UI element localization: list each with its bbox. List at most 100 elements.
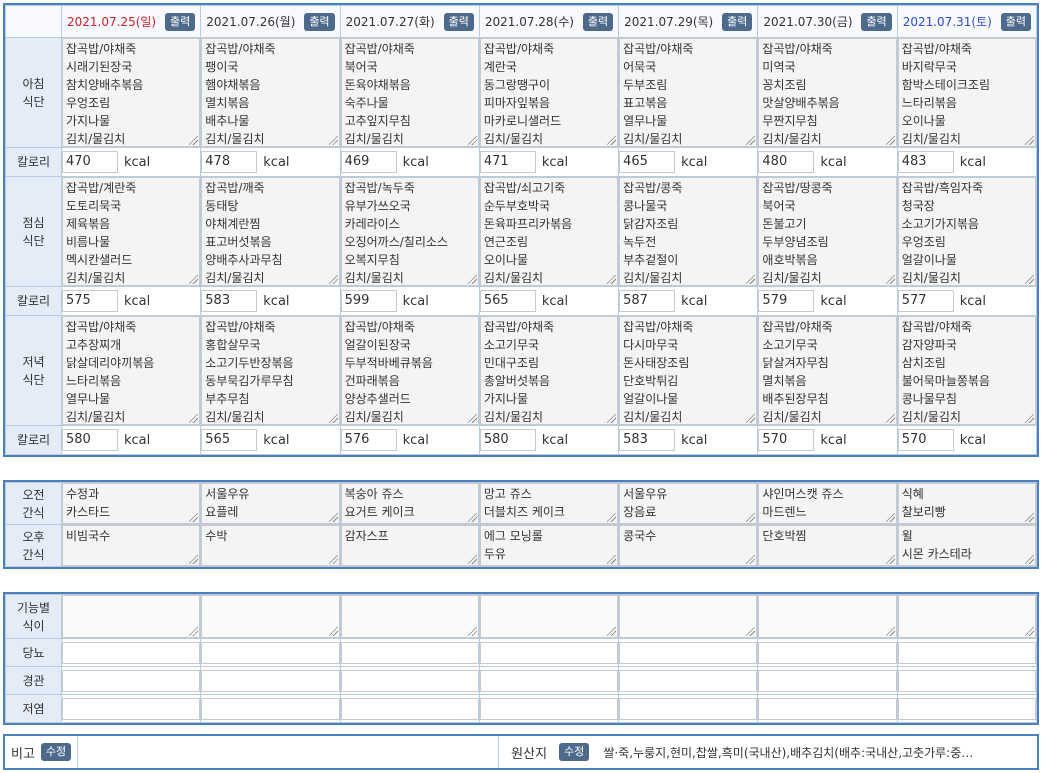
lunch-calorie-input[interactable]: 587 xyxy=(619,290,676,312)
pm-snack-textarea[interactable]: 비빔국수 xyxy=(62,525,201,566)
tube-feeding-input[interactable] xyxy=(479,669,619,692)
dinner-menu-textarea[interactable]: 잡곡밥/야채죽 홍합살무국 소고기두반장볶음 동부묵김가루무침 부추무침 김치/물김치 xyxy=(201,316,340,425)
resize-grip-icon[interactable] xyxy=(189,414,199,423)
pm-snack-textarea[interactable]: 단호박찜 xyxy=(758,525,897,566)
print-button[interactable]: 출력 xyxy=(304,12,335,31)
resize-grip-icon[interactable] xyxy=(328,275,338,284)
breakfast-calorie-input[interactable]: 480 xyxy=(758,151,815,173)
dinner-calorie-input[interactable]: 565 xyxy=(201,429,258,451)
diabetic-input[interactable] xyxy=(201,641,340,664)
lunch-calorie-input[interactable]: 577 xyxy=(897,290,954,312)
note-field[interactable] xyxy=(77,736,500,768)
resize-grip-icon[interactable] xyxy=(885,414,895,423)
breakfast-menu-textarea[interactable]: 잡곡밥/야채죽 어묵국 두부조림 표고볶음 열무나물 김치/물김치 xyxy=(619,38,758,147)
lunch-menu-textarea[interactable]: 잡곡밥/녹두죽 유부가쓰오국 카레라이스 오징어까스/칠리소스 오복지무침 김치/물김치 xyxy=(340,177,479,286)
resize-grip-icon[interactable] xyxy=(746,513,756,522)
low-sodium-input[interactable] xyxy=(897,697,1036,720)
resize-grip-icon[interactable] xyxy=(607,136,617,145)
resize-grip-icon[interactable] xyxy=(328,513,338,522)
diabetic-input[interactable] xyxy=(479,641,619,664)
am-snack-textarea[interactable]: 망고 쥬스 더블치즈 케이크 xyxy=(479,483,619,524)
resize-grip-icon[interactable] xyxy=(467,136,477,145)
pm-snack-textarea[interactable]: 콩국수 xyxy=(619,525,758,566)
tube-feeding-input[interactable] xyxy=(340,669,479,692)
lunch-calorie-input[interactable]: 575 xyxy=(62,290,118,312)
resize-grip-icon[interactable] xyxy=(328,555,338,564)
diabetic-input[interactable] xyxy=(897,641,1036,664)
lunch-menu-textarea[interactable]: 잡곡밥/깨죽 동태탕 야채계란찜 표고버섯볶음 양배추사과무침 김치/물김치 xyxy=(201,177,340,286)
pm-snack-textarea[interactable]: 에그 모닝롤 두유 xyxy=(479,525,619,566)
functional-diet-textarea[interactable] xyxy=(340,595,479,638)
resize-grip-icon[interactable] xyxy=(885,627,895,636)
resize-grip-icon[interactable] xyxy=(607,414,617,423)
dinner-calorie-input[interactable]: 580 xyxy=(62,429,118,451)
lunch-menu-textarea[interactable]: 잡곡밥/콩죽 콩나물국 닭감자조림 녹두전 부추겉절이 김치/물김치 xyxy=(619,177,758,286)
functional-diet-textarea[interactable] xyxy=(619,595,758,638)
diabetic-input[interactable] xyxy=(62,641,201,664)
resize-grip-icon[interactable] xyxy=(607,275,617,284)
diabetic-input[interactable] xyxy=(619,641,758,664)
tube-feeding-input[interactable] xyxy=(897,669,1036,692)
functional-diet-textarea[interactable] xyxy=(897,595,1036,638)
am-snack-textarea[interactable]: 서울우유 장음료 xyxy=(619,483,758,524)
pm-snack-textarea[interactable]: 수박 xyxy=(201,525,340,566)
print-button[interactable]: 출력 xyxy=(582,12,614,31)
am-snack-textarea[interactable]: 식혜 찰보리빵 xyxy=(897,483,1036,524)
dinner-menu-textarea[interactable]: 잡곡밥/야채죽 다시마무국 돈사태장조림 단호박튀김 얼갈이나물 김치/물김치 xyxy=(619,316,758,425)
dinner-calorie-input[interactable]: 570 xyxy=(897,429,954,451)
dinner-menu-textarea[interactable]: 잡곡밥/야채죽 소고기무국 민대구조림 총알버섯볶음 가지나물 김치/물김치 xyxy=(479,316,619,425)
breakfast-menu-textarea[interactable]: 잡곡밥/야채죽 미역국 꽁치조림 맛살양배추볶음 무짠지무침 김치/물김치 xyxy=(758,38,897,147)
resize-grip-icon[interactable] xyxy=(885,275,895,284)
resize-grip-icon[interactable] xyxy=(467,275,477,284)
dinner-menu-textarea[interactable]: 잡곡밥/야채죽 소고기무국 닭살겨자무침 멸치볶음 배추된장무침 김치/물김치 xyxy=(758,316,897,425)
resize-grip-icon[interactable] xyxy=(885,555,895,564)
resize-grip-icon[interactable] xyxy=(1025,513,1034,522)
resize-grip-icon[interactable] xyxy=(467,627,477,636)
resize-grip-icon[interactable] xyxy=(746,627,756,636)
breakfast-menu-textarea[interactable]: 잡곡밥/야채죽 팽이국 햄야채볶음 멸치볶음 배추나물 김치/물김치 xyxy=(201,38,340,147)
dinner-calorie-input[interactable]: 580 xyxy=(479,429,536,451)
resize-grip-icon[interactable] xyxy=(328,136,338,145)
resize-grip-icon[interactable] xyxy=(1025,414,1034,423)
low-sodium-input[interactable] xyxy=(619,697,758,720)
tube-feeding-input[interactable] xyxy=(619,669,758,692)
resize-grip-icon[interactable] xyxy=(1025,275,1034,284)
resize-grip-icon[interactable] xyxy=(746,136,756,145)
dinner-menu-textarea[interactable]: 잡곡밥/야채죽 고추장찌개 닭살데리야끼볶음 느타리볶음 열무나물 김치/물김치 xyxy=(62,316,201,425)
resize-grip-icon[interactable] xyxy=(467,414,477,423)
resize-grip-icon[interactable] xyxy=(607,555,617,564)
pm-snack-textarea[interactable]: 윌 시몬 카스테라 xyxy=(897,525,1036,566)
resize-grip-icon[interactable] xyxy=(467,513,477,522)
breakfast-calorie-input[interactable]: 483 xyxy=(897,151,954,173)
breakfast-menu-textarea[interactable]: 잡곡밥/야채죽 북어국 돈육야채볶음 숙주나물 고추잎지무침 김치/물김치 xyxy=(340,38,479,147)
resize-grip-icon[interactable] xyxy=(467,555,477,564)
resize-grip-icon[interactable] xyxy=(328,414,338,423)
tube-feeding-input[interactable] xyxy=(758,669,897,692)
breakfast-menu-textarea[interactable]: 잡곡밥/야채죽 바지락무국 함박스테이크조림 느타리볶음 오이나물 김치/물김치 xyxy=(897,38,1036,147)
lunch-menu-textarea[interactable]: 잡곡밥/쇠고기죽 순두부호박국 돈육파프리카볶음 연근조림 오이나물 김치/물김치 xyxy=(479,177,619,286)
functional-diet-textarea[interactable] xyxy=(201,595,340,638)
dinner-menu-textarea[interactable]: 잡곡밥/야채죽 얼갈이된장국 두부적바베큐볶음 건파래볶음 양상추샐러드 김치/물김치 xyxy=(340,316,479,425)
am-snack-textarea[interactable]: 서울우유 요플레 xyxy=(201,483,340,524)
dinner-calorie-input[interactable]: 583 xyxy=(619,429,676,451)
lunch-menu-textarea[interactable]: 잡곡밥/땅콩죽 북어국 돈불고기 두부양념조림 애호박볶음 김치/물김치 xyxy=(758,177,897,286)
dinner-calorie-input[interactable]: 576 xyxy=(340,429,397,451)
lunch-calorie-input[interactable]: 599 xyxy=(340,290,397,312)
resize-grip-icon[interactable] xyxy=(189,627,199,636)
diabetic-input[interactable] xyxy=(758,641,897,664)
resize-grip-icon[interactable] xyxy=(607,513,617,522)
functional-diet-textarea[interactable] xyxy=(479,595,619,638)
origin-edit-button[interactable]: 수정 xyxy=(559,743,590,761)
tube-feeding-input[interactable] xyxy=(62,669,201,692)
dinner-calorie-input[interactable]: 570 xyxy=(758,429,815,451)
resize-grip-icon[interactable] xyxy=(189,513,199,522)
low-sodium-input[interactable] xyxy=(201,697,340,720)
breakfast-menu-textarea[interactable]: 잡곡밥/야채죽 계란국 동그랑땡구이 피마자잎볶음 마카로니샐러드 김치/물김치 xyxy=(479,38,619,147)
resize-grip-icon[interactable] xyxy=(1025,555,1034,564)
low-sodium-input[interactable] xyxy=(62,697,201,720)
diabetic-input[interactable] xyxy=(340,641,479,664)
resize-grip-icon[interactable] xyxy=(189,136,199,145)
resize-grip-icon[interactable] xyxy=(746,555,756,564)
low-sodium-input[interactable] xyxy=(340,697,479,720)
resize-grip-icon[interactable] xyxy=(607,627,617,636)
